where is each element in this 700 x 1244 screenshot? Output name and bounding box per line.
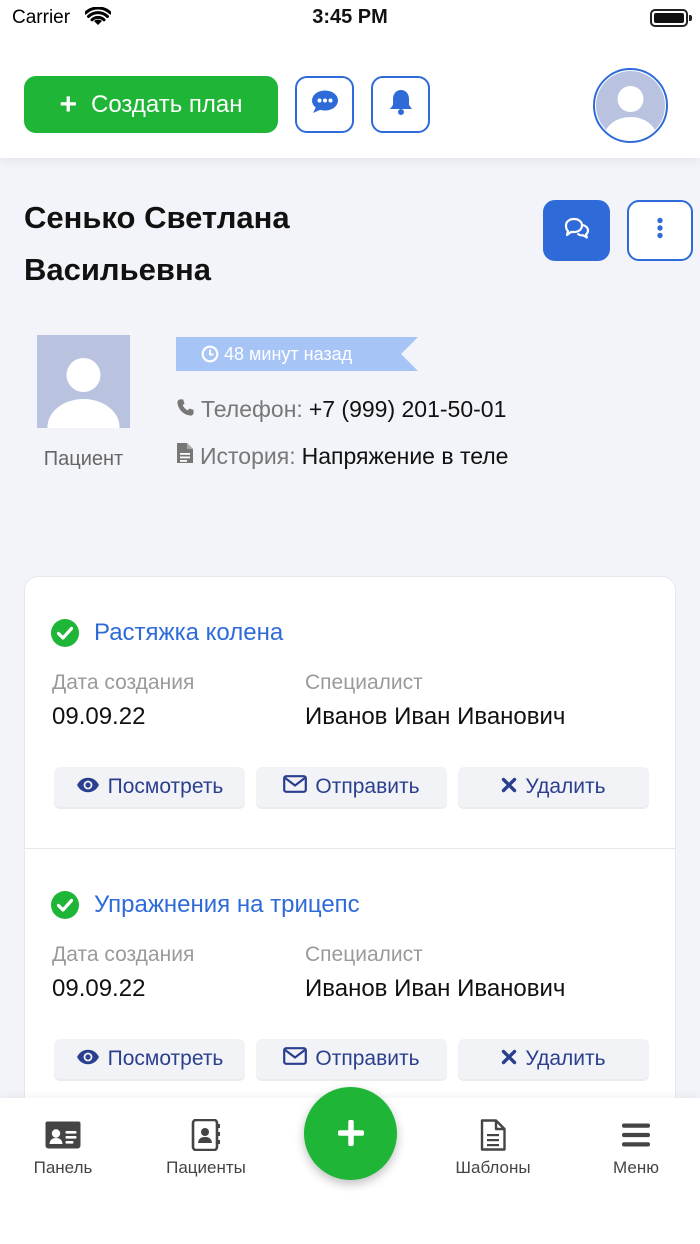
- times-icon: [501, 775, 517, 799]
- tab-menu[interactable]: Меню: [571, 1118, 700, 1178]
- created-label: Дата создания: [52, 671, 195, 694]
- view-button[interactable]: Посмотреть: [54, 767, 245, 807]
- notifications-button[interactable]: [371, 76, 430, 133]
- specialist-label: Специалист: [305, 671, 423, 694]
- phone-label: Телефон:: [201, 396, 303, 422]
- create-plan-button[interactable]: + Создать план: [24, 76, 278, 133]
- battery-icon: [650, 9, 692, 27]
- add-fab-button[interactable]: [304, 1087, 397, 1180]
- status-time: 3:45 PM: [312, 6, 388, 28]
- patient-name-line1: Сенько Светлана: [24, 200, 290, 235]
- more-options-button[interactable]: [627, 200, 693, 261]
- envelope-icon: [283, 1047, 308, 1071]
- patient-photo: [37, 335, 130, 428]
- last-seen-text: 48 минут назад: [224, 343, 353, 364]
- plus-icon: [336, 1111, 365, 1156]
- last-seen-badge: 48 минут назад: [176, 337, 418, 371]
- plus-icon: +: [59, 87, 78, 121]
- bell-icon: [389, 88, 413, 121]
- phone-row: Телефон: +7 (999) 201-50-01: [176, 396, 506, 423]
- plans-card: Растяжка колена Дата создания Специалист…: [24, 576, 676, 1136]
- check-circle-icon: [51, 891, 79, 924]
- clock-icon: [201, 345, 219, 368]
- view-label: Посмотреть: [107, 1047, 224, 1070]
- messages-button[interactable]: [295, 76, 354, 133]
- history-value: Напряжение в теле: [301, 442, 509, 469]
- chat-dots-icon: [311, 90, 339, 119]
- created-value: 09.09.22: [52, 975, 146, 1002]
- create-plan-label: Создать план: [91, 90, 243, 118]
- send-label: Отправить: [315, 775, 420, 798]
- document-icon: [176, 442, 194, 470]
- user-avatar[interactable]: [593, 68, 668, 143]
- created-label: Дата создания: [52, 943, 195, 966]
- envelope-icon: [283, 775, 308, 799]
- send-button[interactable]: Отправить: [256, 1039, 447, 1079]
- plan-title[interactable]: Растяжка колена: [94, 619, 283, 647]
- check-circle-icon: [51, 619, 79, 652]
- delete-label: Удалить: [525, 775, 606, 798]
- history-label: История:: [200, 442, 296, 469]
- patient-name: Сенько Светлана Васильевна: [24, 192, 444, 296]
- created-value: 09.09.22: [52, 703, 146, 730]
- patient-role: Пациент: [43, 448, 124, 470]
- person-placeholder-icon: [47, 358, 120, 428]
- plan-title[interactable]: Упражнения на трицепс: [94, 891, 360, 919]
- plan-item: Упражнения на трицепс Дата создания Спец…: [25, 848, 675, 1119]
- eye-icon: [76, 1047, 100, 1071]
- specialist-value: Иванов Иван Иванович: [305, 703, 566, 730]
- history-row: История: Напряжение в теле: [176, 442, 508, 470]
- tab-panel[interactable]: Панель: [0, 1118, 128, 1178]
- patient-chat-button[interactable]: [543, 200, 610, 261]
- patient-name-line2: Васильевна: [24, 252, 211, 287]
- phone-icon: [176, 396, 195, 423]
- status-bar: Carrier 3:45 PM: [0, 0, 700, 36]
- tab-menu-label: Меню: [613, 1158, 659, 1177]
- top-header: Carrier 3:45 PM + Создать план: [0, 0, 700, 158]
- id-card-icon: [0, 1118, 128, 1152]
- address-book-icon: [141, 1118, 271, 1152]
- phone-value[interactable]: +7 (999) 201-50-01: [309, 396, 507, 423]
- eye-icon: [76, 775, 100, 799]
- send-label: Отправить: [315, 1047, 420, 1070]
- view-button[interactable]: Посмотреть: [54, 1039, 245, 1079]
- times-icon: [501, 1047, 517, 1071]
- tab-templates-label: Шаблоны: [455, 1158, 531, 1177]
- hamburger-icon: [571, 1118, 700, 1152]
- comments-icon: [564, 217, 590, 244]
- tab-panel-label: Панель: [33, 1158, 93, 1177]
- tab-templates[interactable]: Шаблоны: [428, 1118, 558, 1178]
- view-label: Посмотреть: [107, 775, 224, 798]
- tab-patients[interactable]: Пациенты: [141, 1118, 271, 1178]
- send-button[interactable]: Отправить: [256, 767, 447, 807]
- file-text-icon: [428, 1118, 558, 1152]
- delete-button[interactable]: Удалить: [458, 1039, 649, 1079]
- plan-item: Растяжка колена Дата создания Специалист…: [25, 577, 675, 848]
- avatar-placeholder-icon: [596, 71, 665, 140]
- specialist-value: Иванов Иван Иванович: [305, 975, 566, 1002]
- specialist-label: Специалист: [305, 943, 423, 966]
- delete-label: Удалить: [525, 1047, 606, 1070]
- delete-button[interactable]: Удалить: [458, 767, 649, 807]
- tab-patients-label: Пациенты: [166, 1158, 246, 1177]
- ellipsis-vertical-icon: [656, 217, 664, 244]
